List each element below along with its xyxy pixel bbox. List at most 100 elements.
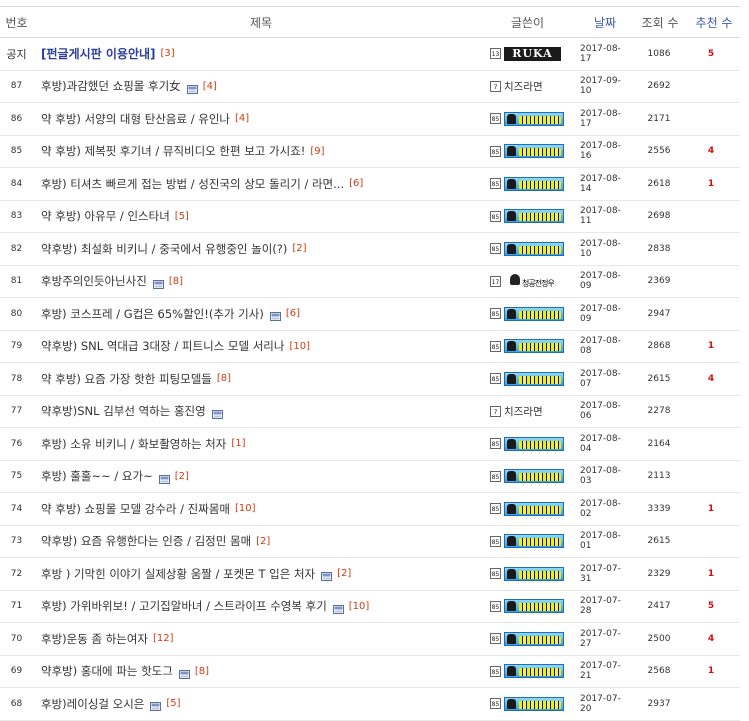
comment-count-link[interactable]: [8] xyxy=(195,666,209,677)
writer-cell: 85 xyxy=(490,656,580,688)
comment-count-link[interactable]: [4] xyxy=(203,81,217,92)
post-title-link[interactable]: 후방) 코스프레 / G컵은 65%할인!(추가 기사) xyxy=(41,306,264,322)
recommend-count xyxy=(690,461,732,493)
writer-nick-image[interactable] xyxy=(504,144,564,159)
post-date: 2017-08-01 xyxy=(580,531,621,552)
writer-nick-image[interactable] xyxy=(504,241,564,256)
post-date: 2017-08-11 xyxy=(580,206,621,227)
post-title-cell: 약 후방) 서양의 대형 탄산음료 / 유인나 [4] xyxy=(41,103,481,135)
comment-count-link[interactable]: [5] xyxy=(175,211,189,222)
comment-count-link[interactable]: [2] xyxy=(292,243,306,254)
comment-count-link[interactable]: [4] xyxy=(235,113,249,124)
recommend-count xyxy=(690,298,732,330)
writer-nick-image[interactable]: 청공전정우 xyxy=(504,274,562,288)
post-number: 72 xyxy=(10,568,23,579)
recommend-count xyxy=(690,103,732,135)
writer-nick-image[interactable] xyxy=(504,371,564,386)
view-count: 2278 xyxy=(647,406,671,417)
image-attachment-icon xyxy=(186,83,198,94)
comment-count-link[interactable]: [6] xyxy=(349,178,363,189)
image-attachment-icon xyxy=(332,603,344,614)
writer-nick-image[interactable] xyxy=(504,631,564,646)
post-title-link[interactable]: 약 후방) 쇼핑몰 모델 강수라 / 진짜몸매 xyxy=(41,501,230,517)
writer-nick-image[interactable] xyxy=(504,534,564,549)
header-views: 조회 수 xyxy=(641,15,679,30)
post-title-link[interactable]: 후방)운동 좀 하는여자 xyxy=(41,631,148,647)
comment-count-link[interactable]: [12] xyxy=(153,633,174,644)
post-title-cell: [펀글게시판 이용안내] [3] xyxy=(41,38,481,70)
post-title-link[interactable]: 후방) 티셔츠 빠르게 접는 방법 / 성진국의 상모 돌리기 / 라면... xyxy=(41,176,344,192)
writer-nick-image[interactable] xyxy=(504,436,564,451)
writer-cell: 85 xyxy=(490,558,580,590)
post-title-cell: 후방)운동 좀 하는여자 [12] xyxy=(41,623,481,655)
post-title-link[interactable]: 후방 ) 기막힌 이야기 실제상황 움짤 / 포켓몬 T 입은 처자 xyxy=(41,566,315,582)
post-title-link[interactable]: 후방) 훌훌~~ / 요가~ xyxy=(41,468,153,484)
recommend-count xyxy=(690,428,732,460)
writer-nick-image[interactable] xyxy=(504,469,564,484)
sort-date-link[interactable]: 날짜 xyxy=(578,7,632,37)
writer-cell: 7 치즈라면 xyxy=(490,396,580,428)
comment-count-link[interactable]: [10] xyxy=(289,341,310,352)
writer-nick-image[interactable] xyxy=(504,339,564,354)
table-row: 75 후방) 훌훌~~ / 요가~ [2] 85 2017-08-03 2113 xyxy=(0,461,740,493)
post-title-link[interactable]: 약 후방) 아유무 / 인스타녀 xyxy=(41,208,170,224)
post-number: 85 xyxy=(10,146,23,157)
comment-count-link[interactable]: [2] xyxy=(337,568,351,579)
post-title-link[interactable]: [펀글게시판 이용안내] xyxy=(41,45,156,62)
post-title-link[interactable]: 후방)과감했던 쇼핑몰 후기女 xyxy=(41,78,181,94)
comment-count-link[interactable]: [8] xyxy=(217,373,231,384)
comment-count-link[interactable]: [10] xyxy=(349,601,370,612)
comment-count-link[interactable]: [2] xyxy=(175,471,189,482)
comment-count-link[interactable]: [5] xyxy=(166,698,180,709)
post-title-link[interactable]: 후방) 가위바위보! / 고기집알바녀 / 스트라이프 수영복 후기 xyxy=(41,598,327,614)
post-date: 2017-08-07 xyxy=(580,368,621,389)
writer-name[interactable]: 치즈라면 xyxy=(504,79,543,94)
notice-row: 공지 [펀글게시판 이용안내] [3] 13 RUKA 2017-08-17 1086 5 xyxy=(0,38,740,71)
writer-nick-image[interactable]: RUKA xyxy=(504,46,561,61)
writer-cell: 85 xyxy=(490,623,580,655)
post-title-cell: 약 후방) 요즘 가장 핫한 피팅모델들 [8] xyxy=(41,363,481,395)
post-title-link[interactable]: 약후방) 요즘 유행한다는 인증 / 김정민 몸매 xyxy=(41,533,251,549)
comment-count-link[interactable]: [10] xyxy=(235,503,256,514)
post-title-link[interactable]: 후방)레이싱걸 오시은 xyxy=(41,696,144,712)
post-title-cell: 후방) 훌훌~~ / 요가~ [2] xyxy=(41,461,481,493)
post-title-link[interactable]: 약후방) 최설화 비키니 / 중국에서 유행중인 놀이(?) xyxy=(41,241,287,257)
comment-count-link[interactable]: [1] xyxy=(231,438,245,449)
image-attachment-icon xyxy=(321,570,333,582)
comment-count-link[interactable]: [9] xyxy=(310,146,324,157)
comment-count-link[interactable]: [6] xyxy=(286,308,300,319)
writer-nick-image[interactable] xyxy=(504,501,564,516)
post-title-cell: 후방) 티셔츠 빠르게 접는 방법 / 성진국의 상모 돌리기 / 라면... [… xyxy=(41,168,481,200)
writer-nick-image[interactable] xyxy=(504,696,564,711)
writer-nick-image[interactable] xyxy=(504,664,564,679)
table-row: 81 후방주의인듯아닌사진 [8] 17 청공전정우 2017-08-09 2369 xyxy=(0,266,740,298)
table-row: 86 약 후방) 서양의 대형 탄산음료 / 유인나 [4] 85 2017-08-17… xyxy=(0,103,740,136)
post-title-link[interactable]: 약 후방) 서양의 대형 탄산음료 / 유인나 xyxy=(41,111,230,127)
writer-nick-image[interactable] xyxy=(504,599,564,614)
writer-name[interactable]: 치즈라면 xyxy=(504,404,543,419)
sort-recommend-link[interactable]: 추천 수 xyxy=(688,7,740,37)
post-title-link[interactable]: 후방) 소유 비키니 / 화보촬영하는 처자 xyxy=(41,436,226,452)
post-title-link[interactable]: 약 후방) 제복핏 후기녀 / 뮤직비디오 한편 보고 가시죠! xyxy=(41,143,305,159)
writer-nick-image[interactable] xyxy=(504,566,564,581)
view-count: 3339 xyxy=(647,503,671,514)
post-title-link[interactable]: 약 후방) 요즘 가장 핫한 피팅모델들 xyxy=(41,371,212,387)
writer-nick-image[interactable] xyxy=(504,306,564,321)
post-title-link[interactable]: 약후방) SNL 역대급 3대장 / 피트니스 모델 서리나 xyxy=(41,338,284,354)
comment-count-link[interactable]: [8] xyxy=(169,276,183,287)
post-title-link[interactable]: 약후방)SNL 김부선 역하는 홍진영 xyxy=(41,403,206,419)
writer-nick-image[interactable] xyxy=(504,176,564,191)
post-title-cell: 약후방) 홍대에 파는 핫도그 [8] xyxy=(41,656,481,688)
table-row: 68 후방)레이싱걸 오시은 [5] 85 2017-07-20 2937 xyxy=(0,688,740,721)
writer-nick-image[interactable] xyxy=(504,111,564,126)
comment-count-link[interactable]: [3] xyxy=(161,48,175,59)
recommend-count: 1 xyxy=(707,568,715,579)
writer-nick-image[interactable] xyxy=(504,209,564,224)
view-count: 2171 xyxy=(647,113,671,124)
post-title-link[interactable]: 약후방) 홍대에 파는 핫도그 xyxy=(41,663,173,679)
post-title-link[interactable]: 후방주의인듯아닌사진 xyxy=(41,273,147,289)
post-number: 83 xyxy=(10,211,23,222)
writer-cell: 85 xyxy=(490,233,580,265)
image-attachment-icon xyxy=(178,668,190,679)
comment-count-link[interactable]: [2] xyxy=(256,536,270,547)
